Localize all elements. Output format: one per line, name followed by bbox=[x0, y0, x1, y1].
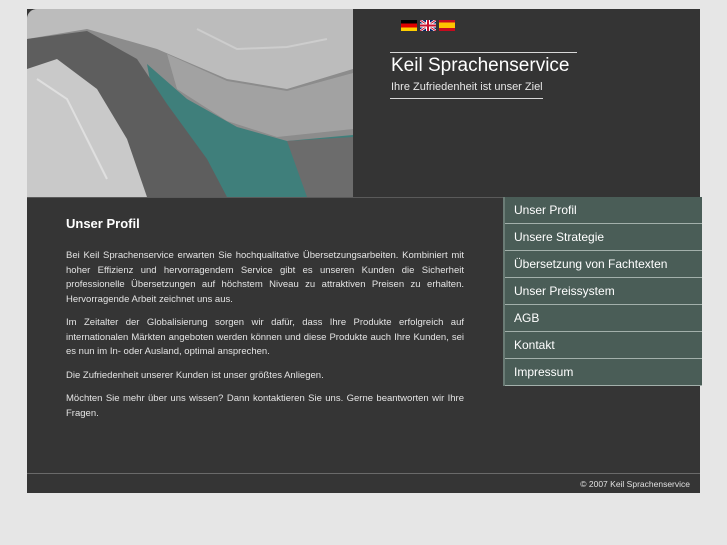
german-flag-icon[interactable] bbox=[401, 20, 417, 31]
nav-item-impressum[interactable]: Impressum bbox=[505, 359, 702, 386]
title-divider bbox=[390, 52, 577, 53]
site-tagline: Ihre Zufriedenheit ist unser Ziel bbox=[391, 81, 543, 93]
nav-item-preissystem[interactable]: Unser Preissystem bbox=[505, 278, 702, 305]
nav-item-uebersetzung-fachtexte[interactable]: Übersetzung von Fachtexten bbox=[505, 251, 702, 278]
content-paragraph: Möchten Sie mehr über uns wissen? Dann k… bbox=[66, 393, 464, 419]
footer-copyright: © 2007 Keil Sprachenservice bbox=[580, 479, 690, 489]
page-title: Unser Profil bbox=[66, 216, 140, 231]
header-title-area: Keil Sprachenservice Ihre Zufriedenheit … bbox=[354, 9, 700, 197]
nav-item-unser-profil[interactable]: Unser Profil bbox=[505, 197, 702, 224]
page-container: Keil Sprachenservice Ihre Zufriedenheit … bbox=[27, 9, 702, 493]
content-paragraph: Die Zufriedenheit unserer Kunden ist uns… bbox=[66, 369, 324, 381]
nav-item-agb[interactable]: AGB bbox=[505, 305, 702, 332]
footer-divider bbox=[27, 473, 700, 474]
content-paragraph: Bei Keil Sprachenservice erwarten Sie ho… bbox=[66, 250, 464, 305]
nav-item-unsere-strategie[interactable]: Unsere Strategie bbox=[505, 224, 702, 251]
site-title: Keil Sprachenservice bbox=[391, 55, 570, 76]
sidebar-navigation: Unser Profil Unsere Strategie Übersetzun… bbox=[503, 197, 702, 386]
content-paragraph: Im Zeitalter der Globalisierung sorgen w… bbox=[66, 317, 464, 357]
header-landscape-photo bbox=[27, 9, 353, 197]
main-content: Unser Profil Bei Keil Sprachenservice er… bbox=[66, 216, 464, 430]
spanish-flag-icon[interactable] bbox=[439, 20, 455, 31]
language-switcher bbox=[401, 20, 455, 31]
tagline-divider bbox=[390, 98, 543, 99]
nav-item-kontakt[interactable]: Kontakt bbox=[505, 332, 702, 359]
uk-flag-icon[interactable] bbox=[420, 20, 436, 31]
